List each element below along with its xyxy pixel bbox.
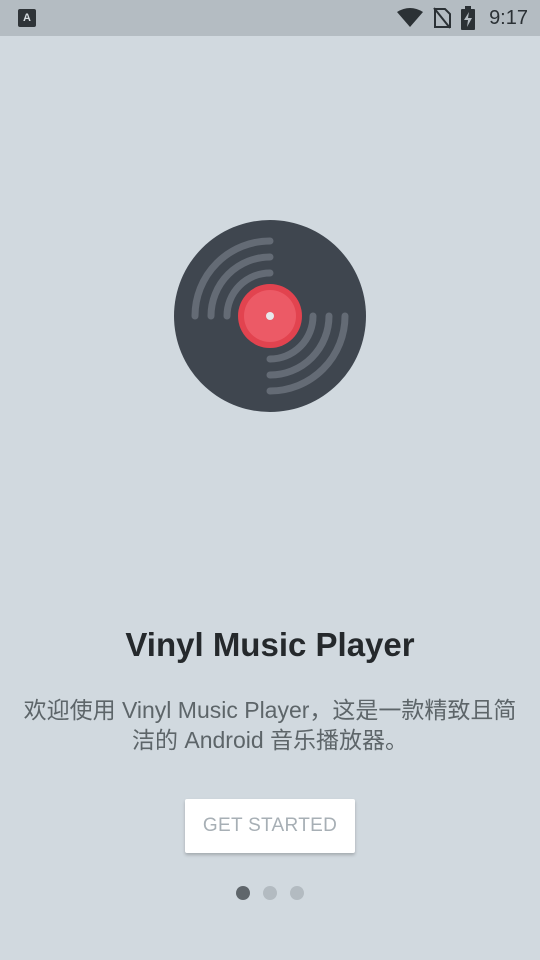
page-indicator xyxy=(0,886,540,900)
page-dot-1[interactable] xyxy=(236,886,250,900)
record-spindle xyxy=(266,312,274,320)
app-notification-icon: A xyxy=(18,9,36,27)
page-dot-2[interactable] xyxy=(263,886,277,900)
status-icons: 9:17 xyxy=(397,0,528,36)
status-time: 9:17 xyxy=(489,6,528,29)
get-started-button[interactable]: GET STARTED xyxy=(185,799,355,853)
vinyl-record-icon xyxy=(174,220,366,412)
battery-charging-icon xyxy=(461,6,476,30)
no-sim-icon xyxy=(433,7,452,29)
onboarding-title: Vinyl Music Player xyxy=(125,626,415,663)
onboarding-description: 欢迎使用 Vinyl Music Player，这是一款精致且简洁的 Andro… xyxy=(23,697,517,753)
status-bar: A 9:17 xyxy=(0,0,540,36)
page-dot-3[interactable] xyxy=(290,886,304,900)
wifi-icon xyxy=(397,8,424,27)
